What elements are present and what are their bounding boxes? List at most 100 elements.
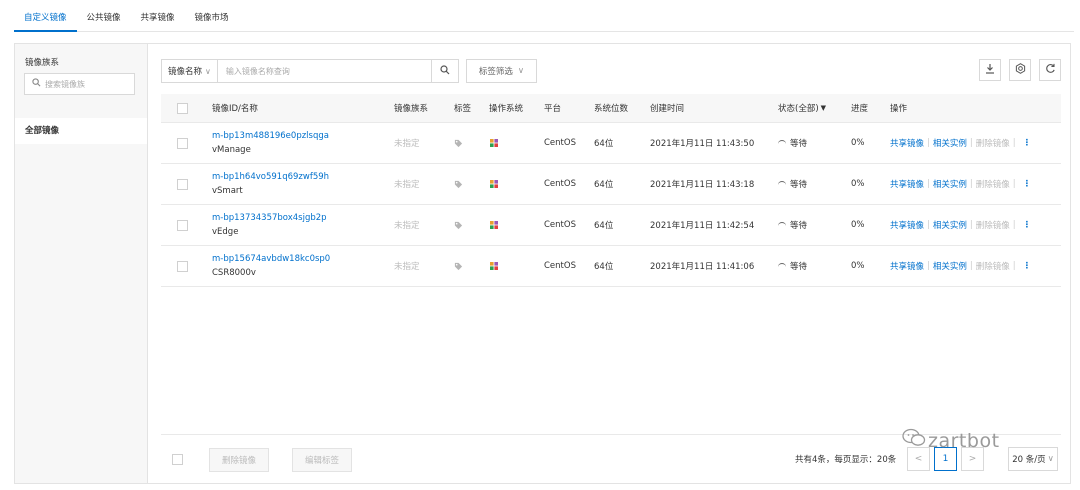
table-tools [979,59,1061,81]
table-row: m-bp13m488196e0pzlsqga vManage 未指定 CentO… [161,123,1061,164]
sidebar-item-all-images[interactable]: 全部镜像 [15,118,147,144]
image-table: 镜像ID/名称 镜像族系 标签 操作系统 平台 系统位数 创建时间 状态(全部)… [161,94,1061,287]
status-text: 等待 [790,139,808,149]
delete-image-link: 删除镜像 [975,262,1010,272]
image-id-link[interactable]: m-bp13734357box4sjgb2p [212,212,327,225]
more-actions-icon[interactable]: ⋮ [1023,261,1032,271]
share-image-link[interactable]: 共享镜像 [890,219,924,231]
wechat-icon [902,428,928,453]
row-checkbox[interactable] [177,137,188,149]
separator: | [1012,261,1016,271]
tag-icon[interactable] [454,221,463,230]
more-actions-icon[interactable]: ⋮ [1023,138,1032,148]
platform: CentOS [544,138,576,148]
edit-tags-button[interactable]: 编辑标签 [292,448,353,472]
row-checkbox[interactable] [177,260,188,272]
image-id-link[interactable]: m-bp15674avbdw18kc0sp0 [212,253,330,266]
image-family: 未指定 [394,221,420,231]
tab-public-images[interactable]: 公共镜像 [77,6,131,32]
separator: | [969,138,973,148]
table-row: m-bp15674avbdw18kc0sp0 CSR8000v 未指定 Cent… [161,246,1061,287]
tab-custom-images[interactable]: 自定义镜像 [14,6,77,32]
col-header-os: 操作系统 [489,104,524,114]
col-header-tag: 标签 [454,104,472,114]
page-size-label: 20 条/页 [1012,455,1046,465]
waiting-icon [778,181,786,189]
page-size-select[interactable]: 20 条/页 ∨ [1008,447,1058,471]
delete-image-link: 删除镜像 [975,221,1010,231]
waiting-icon [778,222,786,230]
separator: | [1012,179,1016,189]
family-search-input[interactable] [45,79,135,89]
separator: | [927,179,930,189]
image-name: CSR8000v [212,267,256,278]
image-id-link[interactable]: m-bp13m488196e0pzlsqga [212,130,329,143]
status-filter-header[interactable]: 状态(全部) ▼ [778,94,826,122]
col-header-id-name: 镜像ID/名称 [212,104,258,114]
family-search-box [24,73,135,95]
tab-shared-images[interactable]: 共享镜像 [131,6,185,32]
col-header-status: 状态(全部) [778,104,819,114]
image-family: 未指定 [394,139,420,149]
platform: CentOS [544,261,576,271]
delete-image-link: 删除镜像 [975,139,1010,149]
refresh-icon [1045,63,1056,77]
separator: | [927,138,930,148]
image-name: vSmart [212,185,243,196]
batch-delete-button[interactable]: 删除镜像 [209,448,270,472]
col-header-platform: 平台 [544,104,562,114]
search-icon [440,64,450,78]
centos-logo-icon [489,261,499,271]
waiting-icon [778,263,786,271]
share-image-link[interactable]: 共享镜像 [890,178,924,190]
system-bits: 64位 [594,262,614,272]
related-instances-link[interactable]: 相关实例 [933,178,967,190]
status-text: 等待 [790,262,808,272]
system-bits: 64位 [594,139,614,149]
download-button[interactable] [979,59,1001,81]
tag-icon[interactable] [454,139,463,148]
table-row: m-bp1h64vo591q69zwf59h vSmart 未指定 CentOS… [161,164,1061,205]
select-all-checkbox[interactable] [177,102,188,114]
tag-icon[interactable] [454,180,463,189]
image-type-tabs: 自定义镜像 公共镜像 共享镜像 镜像市场 [14,6,1074,32]
filter-key-label: 镜像名称 [168,67,203,77]
more-actions-icon[interactable]: ⋮ [1023,179,1032,189]
tag-filter-dropdown[interactable]: 标签筛选 ∨ [465,59,538,83]
image-name-search-input[interactable] [217,59,432,83]
select-all-footer-checkbox[interactable] [172,454,183,465]
more-actions-icon[interactable]: ⋮ [1023,220,1032,230]
separator: | [969,220,973,230]
delete-image-link: 删除镜像 [975,180,1010,190]
progress-text: 0% [851,138,865,148]
share-image-link[interactable]: 共享镜像 [890,137,924,149]
settings-button[interactable] [1009,59,1031,81]
filter-key-select[interactable]: 镜像名称 ∨ [161,59,218,83]
chevron-down-icon: ∨ [1047,454,1054,464]
image-id-link[interactable]: m-bp1h64vo591q69zwf59h [212,171,329,184]
system-bits: 64位 [594,221,614,231]
row-checkbox[interactable] [177,219,188,231]
search-button[interactable] [431,59,459,83]
progress-text: 0% [851,220,865,230]
separator: | [969,261,973,271]
created-time: 2021年1月11日 11:43:18 [650,180,755,190]
separator: | [1012,220,1016,230]
tab-image-market[interactable]: 镜像市场 [185,6,239,32]
related-instances-link[interactable]: 相关实例 [933,137,967,149]
image-name: vManage [212,144,251,155]
separator: | [927,220,930,230]
related-instances-link[interactable]: 相关实例 [933,219,967,231]
table-row: m-bp13734357box4sjgb2p vEdge 未指定 CentOS … [161,205,1061,246]
tag-icon[interactable] [454,262,463,271]
chevron-down-icon: ∨ [517,66,525,76]
share-image-link[interactable]: 共享镜像 [890,260,924,272]
centos-logo-icon [489,220,499,230]
row-checkbox[interactable] [177,178,188,190]
col-header-progress: 进度 [851,104,869,114]
progress-text: 0% [851,261,865,271]
col-header-bits: 系统位数 [594,104,629,114]
refresh-button[interactable] [1039,59,1061,81]
related-instances-link[interactable]: 相关实例 [933,260,967,272]
system-bits: 64位 [594,180,614,190]
